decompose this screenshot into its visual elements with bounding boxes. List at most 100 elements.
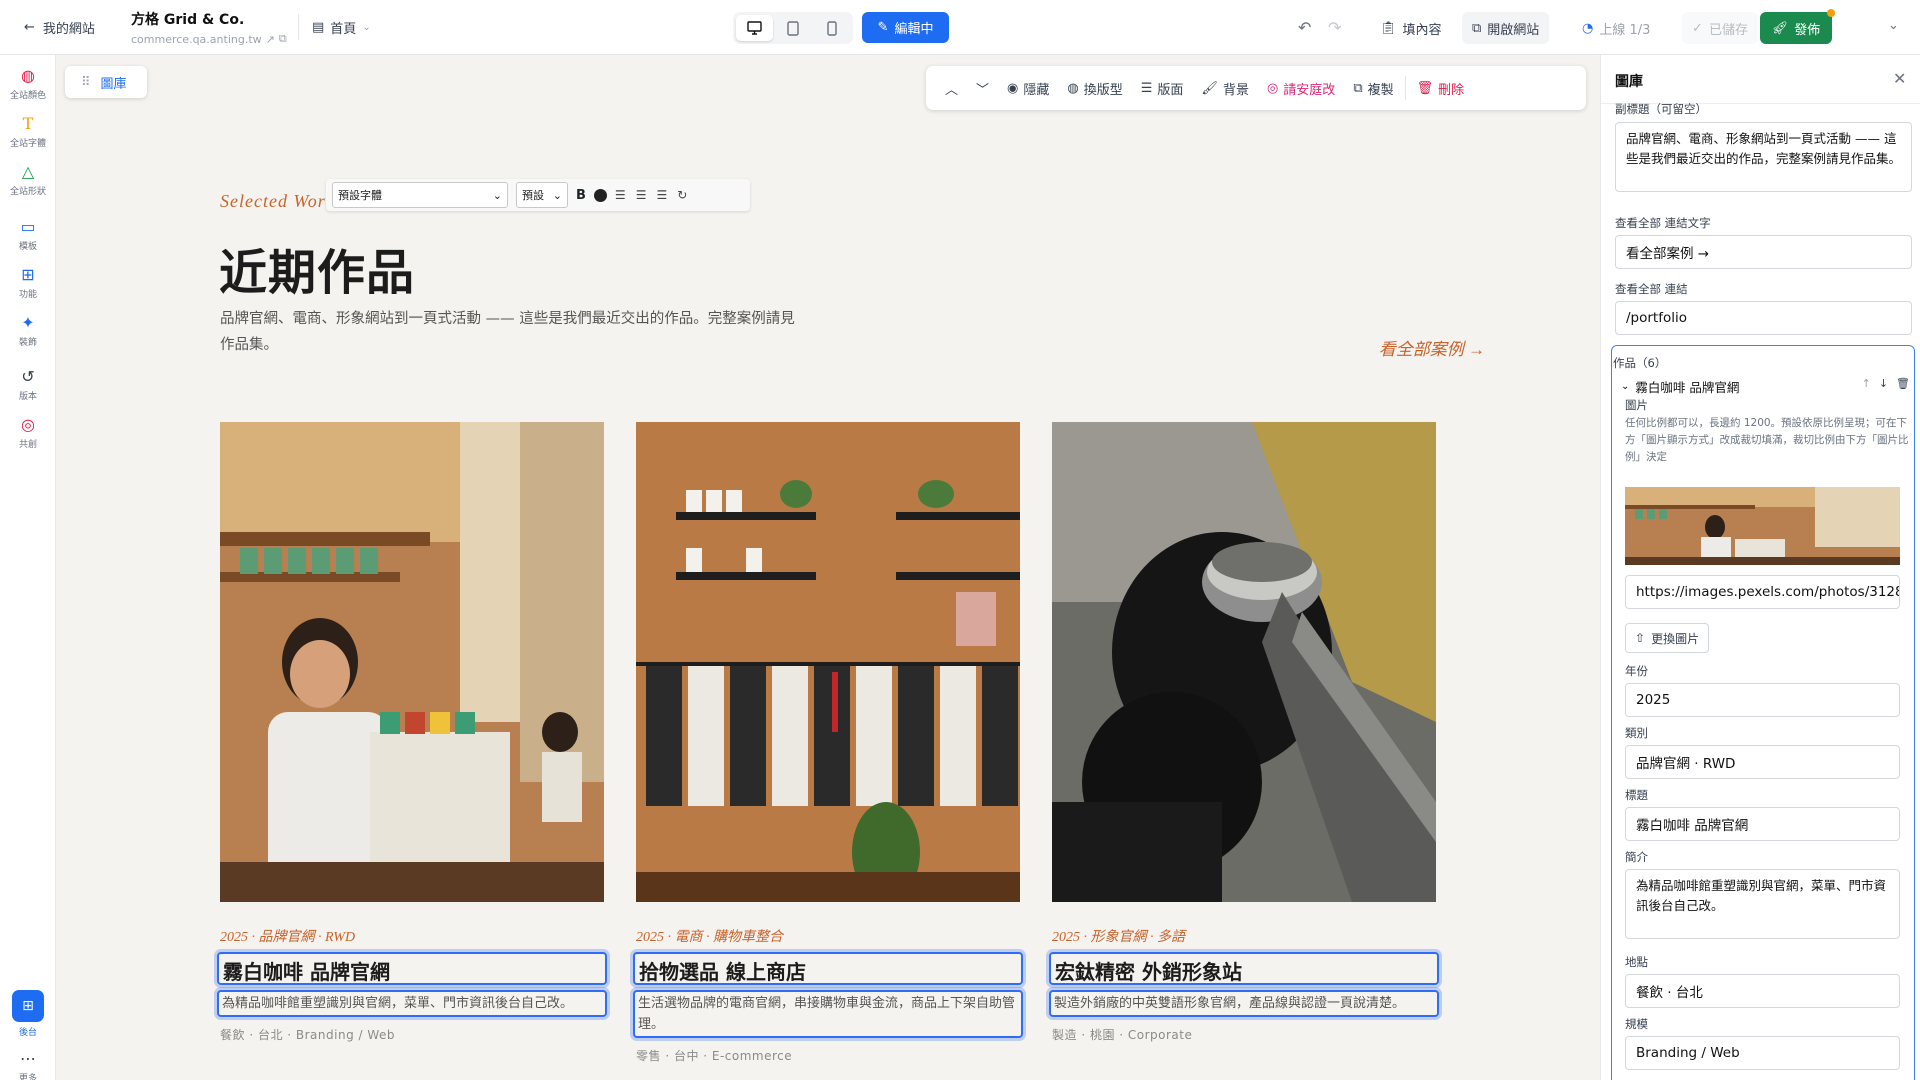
close-icon[interactable]: ✕ bbox=[1893, 69, 1906, 88]
category-label: 類別 bbox=[1625, 726, 1648, 740]
mobile-view-button[interactable] bbox=[813, 15, 850, 41]
editor-canvas: ⠿ 圖庫 ︿ ﹀ ◉ 隱藏 ◍ 換版型 ☰ 版面 🖌︎ 背景 ◎ 請安庭改 ⧉ 複製 🗑︎ 刪… bbox=[56, 55, 1600, 1080]
sidebar-item-more[interactable]: ⋯ 更多 bbox=[0, 1050, 56, 1080]
library-button[interactable]: ⠿ 圖庫 bbox=[65, 66, 147, 98]
site-url[interactable]: commerce.qa.anting.tw ↗ ⧉ bbox=[131, 32, 287, 46]
copy-icon[interactable]: ⧉ bbox=[279, 32, 287, 46]
backend-button[interactable]: ⊞ bbox=[12, 990, 44, 1022]
desktop-view-button[interactable] bbox=[736, 15, 773, 41]
sidebar-item-features[interactable]: ⊞ 功能 bbox=[0, 266, 56, 301]
viewall-text-label: 查看全部 連結文字 bbox=[1615, 216, 1711, 230]
sidebar-item-versions[interactable]: ↺ 版本 bbox=[0, 367, 56, 403]
sidebar-item-templates[interactable]: ▭ 模板 bbox=[0, 217, 56, 253]
subtitle-textarea[interactable]: 品牌官網、電商、形象網站到一頁式活動 —— 這些是我們最近交出的作品，完整案例請… bbox=[1615, 122, 1912, 192]
template-icon: ▭ bbox=[20, 217, 36, 236]
publish-button[interactable]: 🚀︎ 發佈 bbox=[1760, 9, 1835, 44]
ask-ai-button[interactable]: ◎ 請安庭改 bbox=[1258, 66, 1344, 110]
page-selector[interactable]: ▤ 首頁 ⌄ bbox=[312, 0, 371, 55]
layout-button[interactable]: ☰ 版面 bbox=[1132, 66, 1193, 110]
reset-icon[interactable]: ↻ bbox=[677, 188, 689, 202]
trash-icon[interactable]: 🗑︎ bbox=[1896, 377, 1910, 390]
work-meta: 2025 · 形象官網 · 多語 bbox=[1052, 930, 1185, 945]
year-input[interactable]: 2025 bbox=[1625, 683, 1900, 717]
ai-icon: ◎ bbox=[1266, 80, 1279, 96]
fill-content-button[interactable]: 📋︎ 填內容 bbox=[1370, 12, 1452, 44]
viewall-text-input[interactable]: 看全部案例 → bbox=[1615, 235, 1912, 269]
go-live-progress[interactable]: ◔ 上線 1/3 bbox=[1572, 12, 1660, 44]
arrow-down-icon[interactable]: ↓ bbox=[1879, 377, 1888, 390]
work-image-machining[interactable] bbox=[1052, 422, 1436, 902]
move-up-button[interactable]: ︿ bbox=[936, 66, 967, 110]
color-swatch[interactable] bbox=[593, 188, 607, 202]
drag-handle-icon: ⠿ bbox=[81, 74, 91, 90]
rocket-icon: 🚀︎ bbox=[1771, 20, 1789, 36]
pencil-icon: ✎ bbox=[877, 20, 889, 35]
section-title[interactable]: 近期作品 bbox=[219, 233, 415, 303]
image-thumbnail[interactable] bbox=[1625, 487, 1900, 565]
bold-button[interactable]: B bbox=[576, 188, 586, 203]
work-desc[interactable]: 生活選物品牌的電商官網，串接購物車與金流，商品上下架自助管理。 bbox=[633, 990, 1023, 1038]
external-link-icon[interactable]: ↗ bbox=[266, 33, 275, 46]
work-card[interactable]: 2025 · 電商 · 購物車整合 拾物選品 線上商店 生活選物品牌的電商官網，… bbox=[633, 422, 1023, 1064]
work-tags: 餐飲 · 台北 · Branding / Web bbox=[220, 1028, 396, 1042]
arrow-up-icon[interactable]: ↑ bbox=[1862, 377, 1871, 390]
work-title[interactable]: 宏鈦精密 外銷形象站 bbox=[1049, 952, 1439, 985]
chevron-down-icon[interactable]: ⌄ bbox=[1888, 18, 1899, 33]
location-label: 地點 bbox=[1625, 955, 1648, 969]
tablet-view-button[interactable] bbox=[775, 15, 812, 41]
font-select[interactable]: 預設字體 ⌄ bbox=[332, 182, 508, 208]
scale-label: 規模 bbox=[1625, 1017, 1648, 1031]
title-label: 標題 bbox=[1625, 788, 1648, 802]
work-image-shop[interactable] bbox=[636, 422, 1020, 902]
work-title[interactable]: 拾物選品 線上商店 bbox=[633, 952, 1023, 985]
external-link-icon: ⧉ bbox=[1472, 20, 1482, 36]
desktop-icon bbox=[747, 21, 762, 35]
edit-mode-button[interactable]: ✎ 編輯中 bbox=[862, 12, 949, 43]
work-title[interactable]: 霧白咖啡 品牌官網 bbox=[217, 952, 607, 985]
section-lede[interactable]: 品牌官網、電商、形象網站到一頁式活動 —— 這些是我們最近交出的作品。完整案例請… bbox=[220, 306, 800, 358]
swap-layout-button[interactable]: ◍ 換版型 bbox=[1058, 66, 1131, 110]
category-input[interactable]: 品牌官網 · RWD bbox=[1625, 745, 1900, 779]
location-input[interactable]: 餐飲 · 台北 bbox=[1625, 974, 1900, 1008]
size-select[interactable]: 預設 ⌄ bbox=[516, 182, 568, 208]
saved-status: ✓ 已儲存 bbox=[1682, 12, 1758, 44]
machining-photo bbox=[1052, 422, 1436, 902]
image-help-text: 任何比例都可以，長邊約 1200。預設依原比例呈現；可在下方「圖片顯示方式」改成… bbox=[1625, 417, 1909, 463]
viewall-link-input[interactable]: /portfolio bbox=[1615, 301, 1912, 335]
title-input[interactable]: 霧白咖啡 品牌官網 bbox=[1625, 807, 1900, 841]
redo-icon[interactable]: ↷ bbox=[1328, 18, 1341, 37]
replace-image-button[interactable]: ⇧ 更換圖片 bbox=[1625, 623, 1710, 653]
delete-button[interactable]: 🗑︎ 刪除 bbox=[1408, 66, 1474, 110]
background-button[interactable]: 🖌︎ 背景 bbox=[1192, 66, 1258, 110]
undo-icon[interactable]: ↶ bbox=[1298, 18, 1311, 37]
sidebar-item-decor[interactable]: ✦ 裝飾 bbox=[0, 314, 56, 349]
scale-input[interactable]: Branding / Web bbox=[1625, 1036, 1900, 1070]
sidebar-item-shapes[interactable]: △ 全站形狀 bbox=[0, 162, 56, 198]
work-desc[interactable]: 製造外銷廠的中英雙語形象官網，產品線與認證一頁說清楚。 bbox=[1049, 990, 1439, 1017]
move-down-button[interactable]: ﹀ bbox=[967, 66, 998, 110]
view-all-link[interactable]: 看全部案例 → bbox=[1379, 335, 1485, 360]
document-icon: ▤ bbox=[312, 20, 325, 35]
section-eyebrow[interactable]: Selected Wor bbox=[220, 191, 326, 212]
copy-button[interactable]: ⧉ 複製 bbox=[1344, 66, 1402, 110]
intro-textarea[interactable]: 為精品咖啡館重塑識別與官網，菜單、門市資訊後台自己改。 bbox=[1625, 869, 1900, 939]
sidebar-item-colors[interactable]: ◍ 全站顏色 bbox=[0, 67, 56, 102]
image-url-input[interactable]: https://images.pexels.com/photos/3128 bbox=[1625, 575, 1900, 609]
sidebar-item-fonts[interactable]: T 全站字體 bbox=[0, 115, 56, 150]
site-name: 方格 Grid & Co. bbox=[131, 12, 245, 28]
open-site-button[interactable]: ⧉ 開啟網站 bbox=[1462, 12, 1550, 44]
work-card[interactable]: 2025 · 形象官網 · 多語 宏鈦精密 外銷形象站 製造外銷廠的中英雙語形象… bbox=[1049, 422, 1439, 1043]
history-icon: ↺ bbox=[21, 367, 35, 386]
align-right-icon[interactable]: ☰ bbox=[656, 188, 669, 202]
shapes-icon: △ bbox=[21, 162, 35, 181]
align-left-icon[interactable]: ☰ bbox=[615, 188, 628, 202]
work-image-cafe[interactable] bbox=[220, 422, 604, 902]
properties-panel: 圖庫 ✕ 副標題（可留空） 品牌官網、電商、形象網站到一頁式活動 —— 這些是我… bbox=[1600, 55, 1920, 1080]
sidebar-item-collab[interactable]: ◎ 共創 bbox=[0, 416, 56, 451]
align-center-icon[interactable]: ☰ bbox=[636, 188, 649, 202]
hide-button[interactable]: ◉ 隱藏 bbox=[998, 66, 1058, 110]
work-desc[interactable]: 為精品咖啡館重塑識別與官網，菜單、門市資訊後台自己改。 bbox=[217, 990, 607, 1017]
work-card[interactable]: 2025 · 品牌官網 · RWD 霧白咖啡 品牌官網 為精品咖啡館重塑識別與官… bbox=[217, 422, 607, 1043]
back-to-sites-button[interactable]: ← 我的網站 bbox=[24, 0, 95, 55]
chevron-down-icon: ⌄ bbox=[552, 188, 562, 202]
